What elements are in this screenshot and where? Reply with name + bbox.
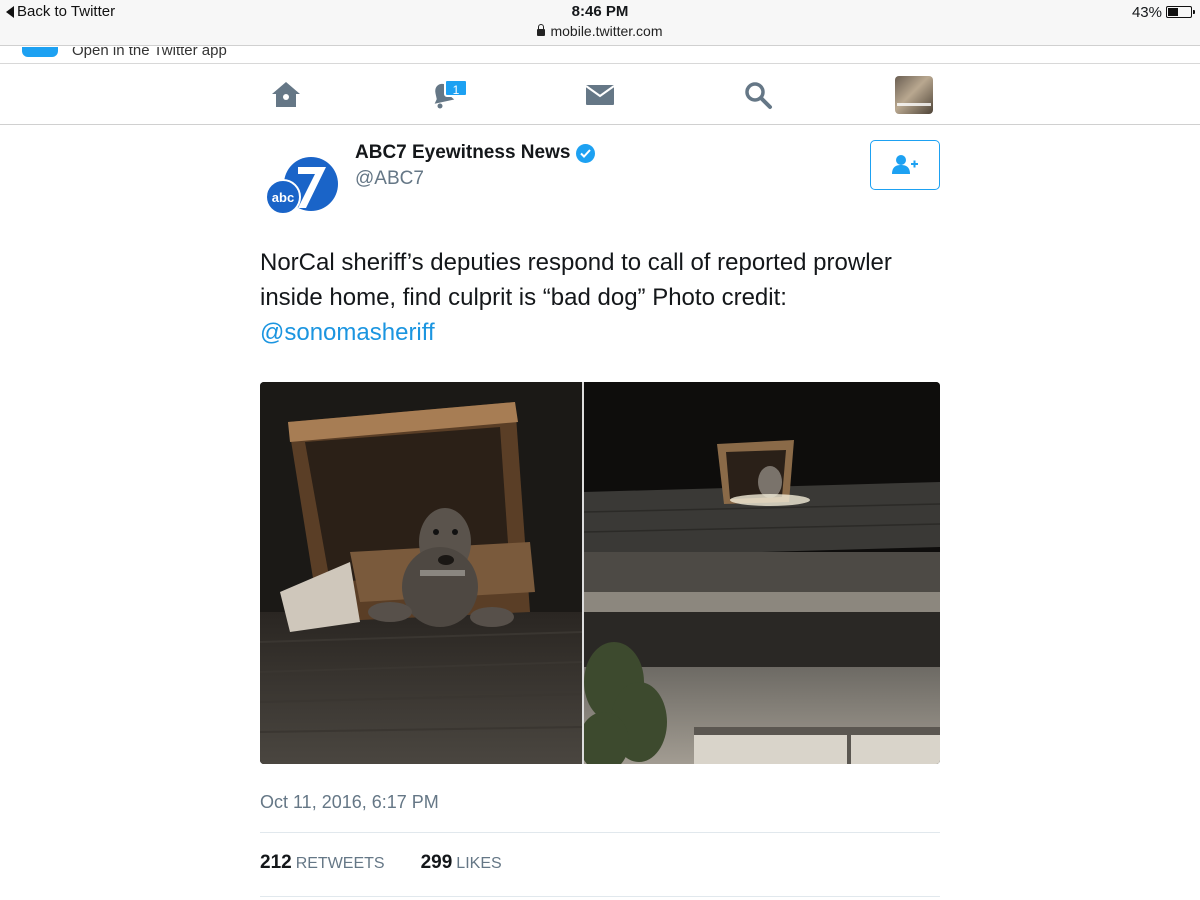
tweet-stats: 212 RETWEETS 299 LIKES bbox=[260, 852, 502, 874]
search-icon bbox=[745, 82, 772, 109]
nav-home[interactable] bbox=[266, 77, 306, 113]
tweet-text: NorCal sheriff’s deputies respond to cal… bbox=[260, 245, 940, 350]
tweet-photo[interactable] bbox=[260, 382, 940, 764]
retweets-stat[interactable]: 212 RETWEETS bbox=[260, 852, 385, 874]
retweets-count: 212 bbox=[260, 852, 292, 873]
tweet-body: NorCal sheriff’s deputies respond to cal… bbox=[260, 249, 892, 311]
verified-badge-icon bbox=[576, 143, 596, 163]
messages-icon bbox=[585, 85, 615, 105]
divider bbox=[260, 896, 940, 897]
dog-in-skylight-closeup-image bbox=[260, 382, 582, 764]
author-handle: @ABC7 bbox=[355, 168, 424, 189]
tweet-timestamp[interactable]: Oct 11, 2016, 6:17 PM bbox=[260, 792, 439, 813]
battery-percentage: 43% bbox=[1131, 4, 1162, 21]
lock-icon bbox=[537, 24, 546, 36]
profile-avatar bbox=[895, 76, 933, 114]
twitter-nav-bar: 1 bbox=[0, 65, 1200, 125]
abc7-logo-icon: abc bbox=[265, 157, 338, 215]
author-name: ABC7 Eyewitness News bbox=[355, 142, 571, 163]
likes-stat[interactable]: 299 LIKES bbox=[421, 852, 502, 874]
url-text: mobile.twitter.com bbox=[550, 23, 663, 39]
battery-icon bbox=[1166, 6, 1195, 18]
address-bar[interactable]: mobile.twitter.com bbox=[0, 23, 1200, 39]
add-user-icon bbox=[892, 155, 918, 174]
ios-status-bar: Back to Twitter 8:46 PM mobile.twitter.c… bbox=[0, 0, 1200, 46]
divider bbox=[260, 832, 940, 833]
nav-notifications[interactable]: 1 bbox=[422, 77, 468, 113]
abc7-logo-avatar[interactable]: abc bbox=[260, 140, 340, 220]
home-icon bbox=[272, 82, 300, 107]
dog-on-roof-wide-image bbox=[584, 382, 940, 764]
mention-link[interactable]: @sonomasheriff bbox=[260, 315, 940, 350]
twitter-app-icon bbox=[22, 47, 58, 57]
banner-text: Open in the Twitter app bbox=[72, 47, 227, 59]
follow-button[interactable] bbox=[870, 140, 940, 190]
nav-messages[interactable] bbox=[580, 77, 620, 113]
notifications-badge: 1 bbox=[444, 79, 468, 97]
retweets-label: RETWEETS bbox=[295, 855, 385, 872]
likes-count: 299 bbox=[420, 852, 453, 873]
likes-label: LIKES bbox=[456, 855, 502, 872]
nav-search[interactable] bbox=[738, 77, 778, 113]
status-time: 8:46 PM bbox=[571, 3, 629, 20]
open-in-app-banner[interactable]: Open in the Twitter app bbox=[0, 47, 1200, 64]
nav-profile[interactable] bbox=[894, 76, 934, 114]
tweet-author[interactable]: ABC7 Eyewitness News @ABC7 bbox=[355, 142, 596, 190]
svg-text:abc: abc bbox=[272, 190, 294, 205]
